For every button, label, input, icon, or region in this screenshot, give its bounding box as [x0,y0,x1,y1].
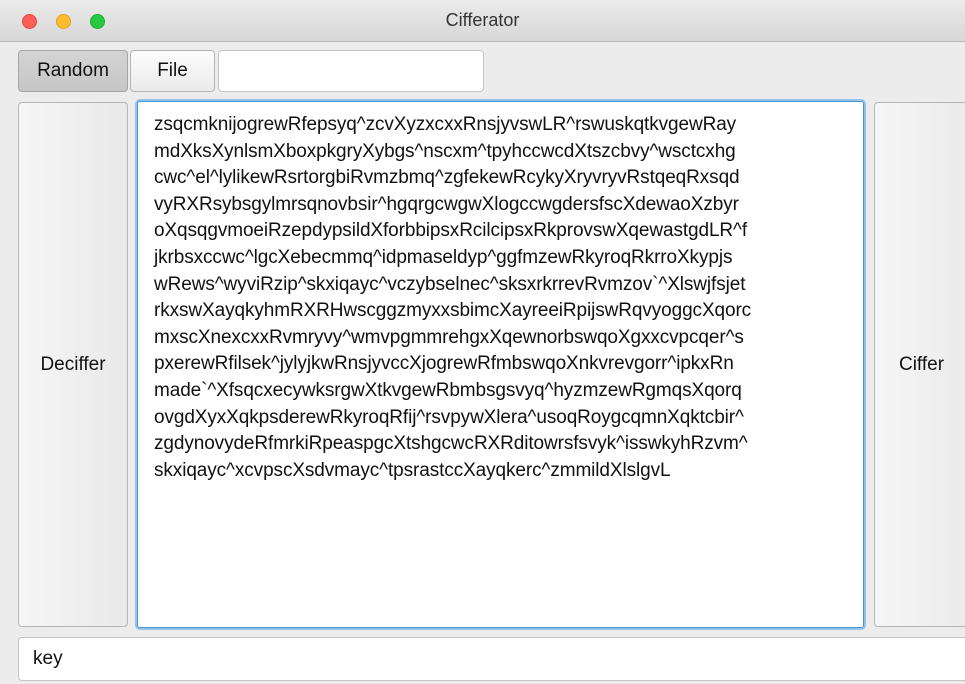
text-line: mdXksXynlsmXboxpkgryXybgs^nscxm^tpyhccwc… [154,140,736,162]
text-line: mxscXnexcxxRvmryvy^wmvpgmmrehgxXqewnorbs… [154,326,744,348]
cipher-button[interactable]: Ciffer [874,102,965,627]
title-bar[interactable]: Cifferator [0,0,965,42]
file-button[interactable]: File [130,50,215,92]
text-line: wRews^wyviRzip^skxiqayc^vczybselnec^sksx… [154,273,746,295]
text-line: vyRXRsybsgylmrsqnovbsir^hgqrgcwgwXlogccw… [154,193,739,215]
text-line: pxerewRfilsek^jylyjkwRnsjyvccXjogrewRfmb… [154,353,734,375]
random-button[interactable]: Random [18,50,128,92]
text-line: made`^XfsqcxecywksrgwXtkvgewRbmbsgsvyq^h… [154,379,742,401]
text-line: oXqsqgvmoeiRzepdypsildXforbbipsxRcilcips… [154,220,748,242]
file-path-input[interactable] [218,50,484,92]
key-input[interactable]: key [18,637,965,681]
text-line: zsqcmknijogrewRfepsyq^zcvXyzxcxxRnsjyvsw… [154,114,737,135]
text-line: ovgdXyxXqkpsderewRkyroqRfij^rsvpywXlera^… [154,406,744,428]
window-title: Cifferator [445,10,520,30]
text-line: jkrbsxccwc^lgcXebecmmq^idpmaseldyp^ggfmz… [154,246,733,268]
text-line: skxiqayc^xcvpscXsdvmayc^tpsrastccXayqker… [154,459,671,481]
text-line: zgdynovydeRfmrkiRpeaspgcXtshgcwcRXRditow… [154,433,748,455]
app-window: Cifferator Random File Deciffer zsqcmkni… [0,0,965,684]
text-line: cwc^el^lylikewRsrtorgbiRvmzbmq^zgfekewRc… [154,167,740,189]
cipher-text-area[interactable]: zsqcmknijogrewRfepsyq^zcvXyzxcxxRnsjyvsw… [137,101,864,628]
cipher-button-label: Ciffer [898,353,945,375]
text-line: rkxswXayqkyhmRXRHwscggzmyxxsbimcXayreeiR… [154,300,752,322]
decipher-button[interactable]: Deciffer [18,102,128,627]
text-content: zsqcmknijogrewRfepsyq^zcvXyzxcxxRnsjyvsw… [154,112,847,484]
